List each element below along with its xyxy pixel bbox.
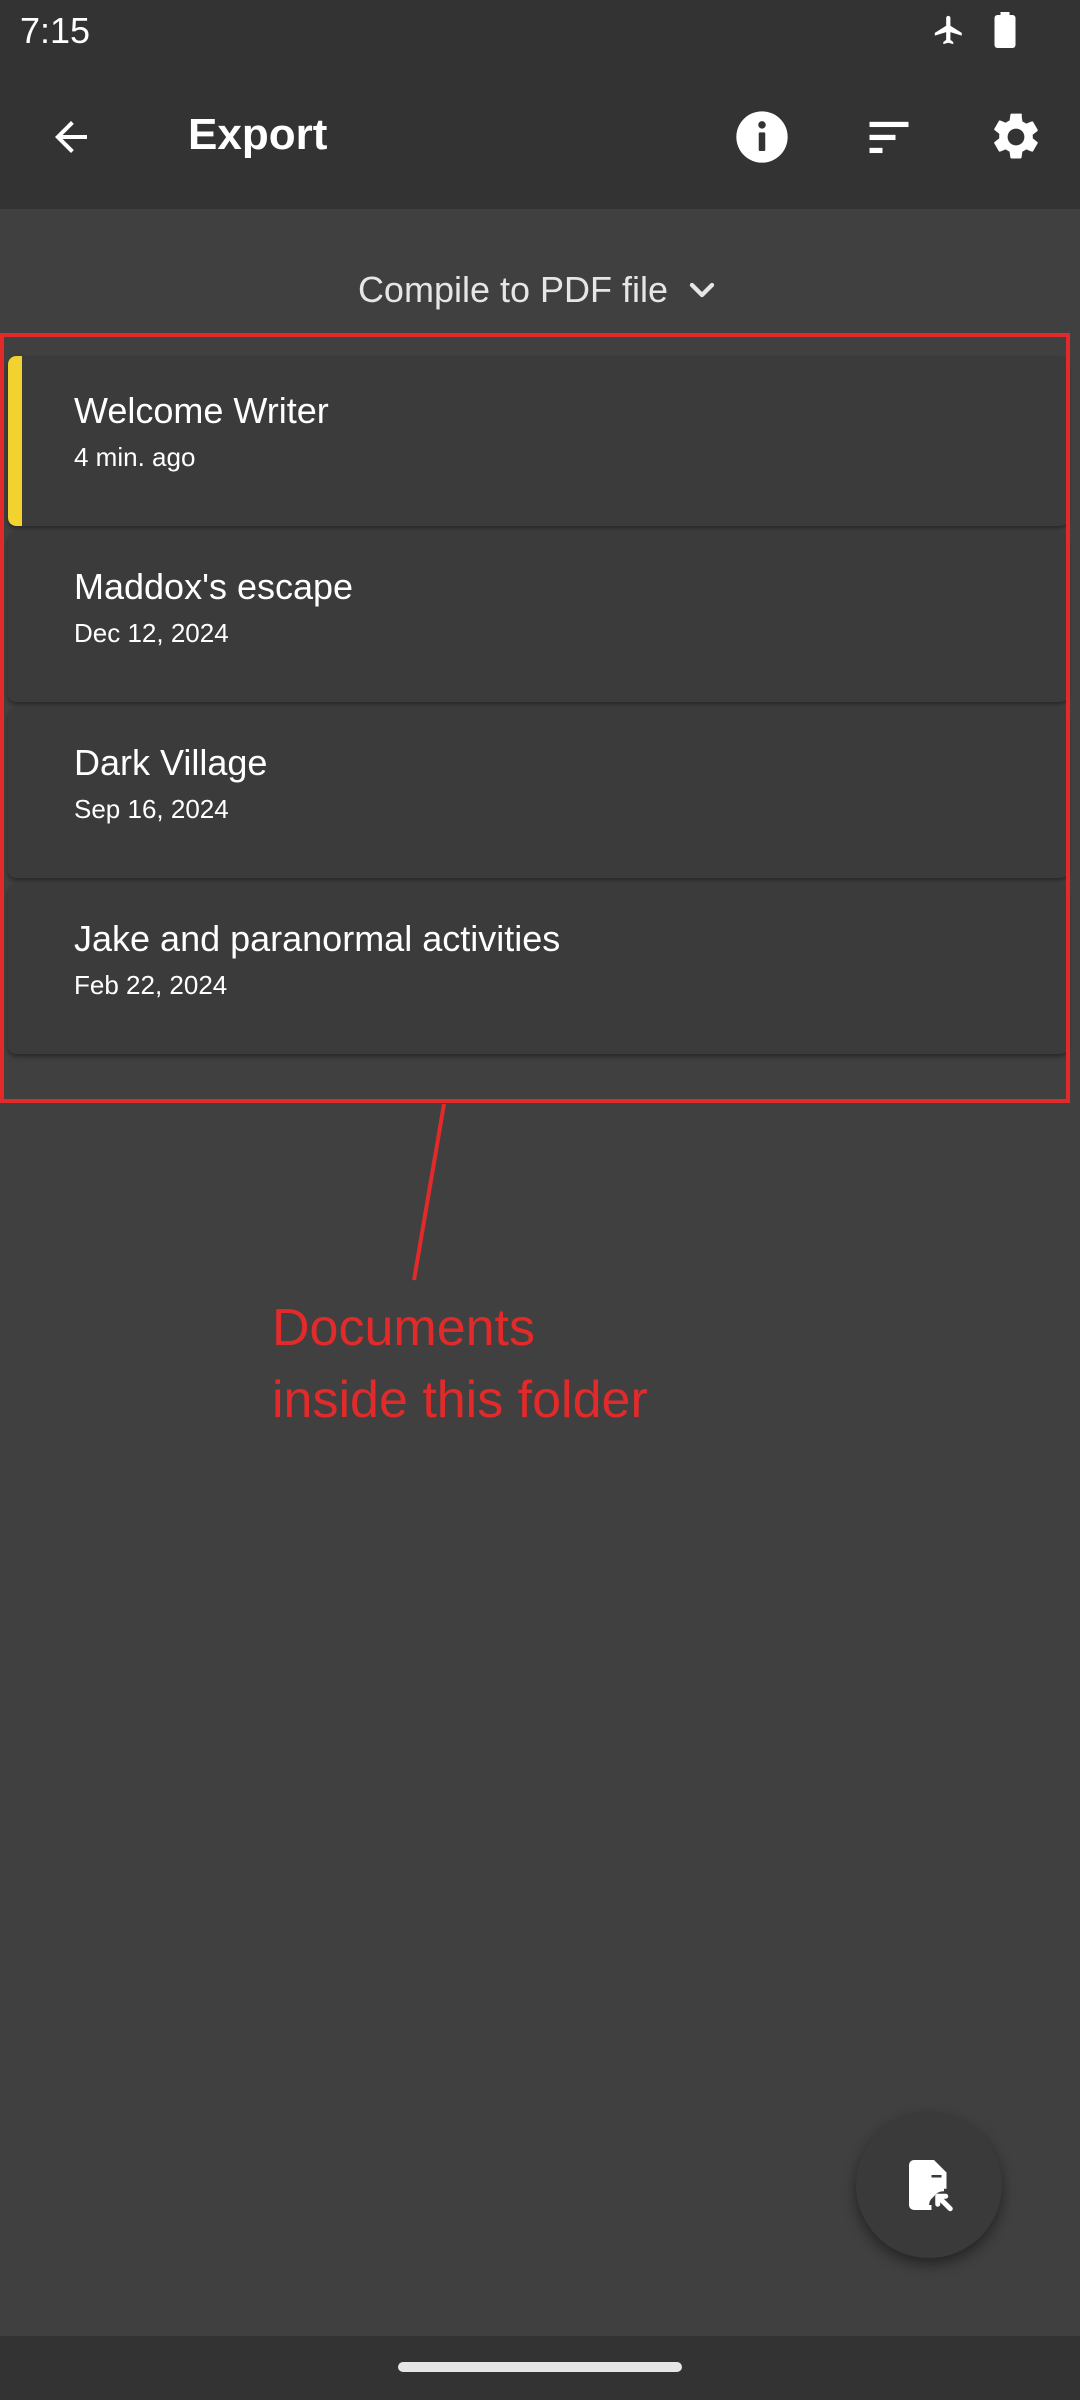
annotation-label: Documents inside this folder bbox=[272, 1292, 792, 1436]
document-item[interactable]: Jake and paranormal activities Feb 22, 2… bbox=[8, 884, 1068, 1054]
document-item[interactable]: Maddox's escape Dec 12, 2024 bbox=[8, 532, 1068, 702]
system-nav-bar bbox=[0, 2336, 1080, 2400]
airplane-icon bbox=[934, 15, 962, 45]
export-fab-button[interactable] bbox=[856, 2112, 1002, 2258]
document-date: 4 min. ago bbox=[74, 442, 196, 472]
battery-icon bbox=[994, 12, 1016, 48]
status-bar: 7:15 bbox=[0, 0, 1080, 64]
arrow-back-icon bbox=[55, 121, 87, 153]
gear-icon bbox=[994, 113, 1038, 159]
document-title: Maddox's escape bbox=[74, 566, 354, 607]
document-list: Welcome Writer 4 min. ago Maddox's escap… bbox=[8, 356, 1068, 1060]
chevron-down-icon bbox=[689, 282, 715, 298]
app-root: 7:15 Export Compile to PDF file Welcome … bbox=[0, 0, 1080, 2400]
back-button[interactable] bbox=[36, 102, 106, 172]
document-title: Jake and paranormal activities bbox=[74, 918, 561, 959]
document-title: Dark Village bbox=[74, 742, 268, 783]
sort-button[interactable] bbox=[854, 102, 924, 172]
document-item[interactable]: Dark Village Sep 16, 2024 bbox=[8, 708, 1068, 878]
document-title: Welcome Writer bbox=[74, 390, 329, 431]
annotation-line-1: Documents bbox=[272, 1299, 535, 1357]
document-date: Sep 16, 2024 bbox=[74, 794, 229, 824]
document-date: Feb 22, 2024 bbox=[74, 970, 228, 1000]
sort-icon bbox=[869, 121, 909, 154]
settings-button[interactable] bbox=[981, 102, 1051, 172]
selected-accent-bar bbox=[8, 356, 22, 526]
compile-format-dropdown[interactable]: Compile to PDF file bbox=[0, 260, 1080, 320]
annotation-line-2: inside this folder bbox=[272, 1371, 648, 1429]
status-time: 7:15 bbox=[20, 10, 91, 51]
document-item[interactable]: Welcome Writer 4 min. ago bbox=[8, 356, 1068, 526]
document-date: Dec 12, 2024 bbox=[74, 618, 229, 648]
app-bar: Export bbox=[0, 64, 1080, 209]
page-title: Export bbox=[188, 110, 328, 159]
info-icon bbox=[736, 111, 788, 163]
info-button[interactable] bbox=[727, 102, 797, 172]
compile-format-label: Compile to PDF file bbox=[357, 269, 669, 310]
file-export-icon bbox=[909, 2160, 953, 2212]
status-icons bbox=[932, 12, 1016, 48]
gesture-handle[interactable] bbox=[398, 2362, 682, 2372]
